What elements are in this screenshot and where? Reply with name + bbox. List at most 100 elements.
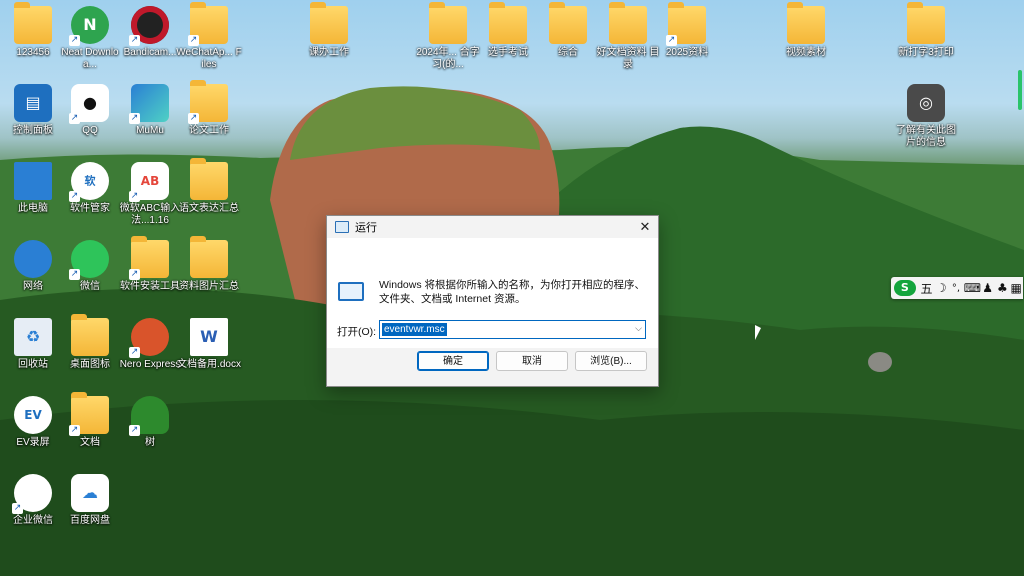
wecom-icon: ↗ <box>12 474 52 514</box>
icon-label: 百度网盘 <box>70 515 110 526</box>
dialog-titlebar[interactable]: 运行 ✕ <box>327 216 658 238</box>
camera-icon: ◎ <box>907 84 945 122</box>
desktop-icon-mumu[interactable]: ↗ MuMu <box>117 84 183 137</box>
folder-icon <box>190 158 228 200</box>
network-icon <box>14 240 52 278</box>
folder-icon: ↗ <box>188 2 228 46</box>
desktop-icon-folder[interactable]: 语文表达汇总 <box>176 158 242 215</box>
folder-icon <box>429 2 467 44</box>
keyboard-icon[interactable]: ⌨ <box>964 281 981 295</box>
folder-icon <box>71 314 109 356</box>
icon-label: 桌面图标 <box>70 359 110 370</box>
icon-label: 微信 <box>80 281 100 292</box>
command-input-value[interactable]: eventvwr.msc <box>382 323 447 336</box>
desktop-icon-folder[interactable]: ↗ 文档 <box>57 392 123 449</box>
icon-label: 资料图片汇总 <box>179 281 239 292</box>
icon-label: 论文工作 <box>189 125 229 136</box>
desktop-icon-neat-download[interactable]: N ↗ Neat Downloa... <box>57 6 123 71</box>
desktop-icon-folder[interactable]: 桌面图标 <box>57 314 123 371</box>
icon-label: 语文表达汇总 <box>179 203 239 214</box>
folder-icon <box>310 2 348 44</box>
chevron-down-icon[interactable]: ⌵ <box>635 323 642 334</box>
command-input[interactable]: eventvwr.msc ⌵ <box>379 320 646 339</box>
icon-label: 选手考试 <box>488 47 528 58</box>
ime-mode-toggle[interactable]: 五 <box>919 280 935 297</box>
punctuation-icon[interactable]: °, <box>948 283 964 294</box>
icon-label: 了解有关此图片的信息 <box>896 125 956 148</box>
open-label: 打开(O): <box>337 326 377 338</box>
user-icon[interactable]: ♟ <box>980 281 996 295</box>
desktop-icon-folder[interactable]: ↗ 2025资料 <box>654 2 720 59</box>
folder-icon: ↗ <box>188 80 228 124</box>
run-app-icon <box>335 221 349 233</box>
icon-label: MuMu <box>136 125 164 136</box>
n-app-icon: N ↗ <box>69 6 109 46</box>
recycle-bin-icon: ♻ <box>14 318 52 356</box>
desktop-icon-folder[interactable]: 2024年... 合字习(的... <box>415 2 481 71</box>
icon-label: QQ <box>82 125 98 136</box>
record-icon: ↗ <box>129 6 169 46</box>
desktop-icon-qq[interactable]: ● ↗ QQ <box>57 84 123 137</box>
desktop-icon-folder[interactable]: 新打字3打印 <box>893 2 959 59</box>
icon-label: 2024年... 合字习(的... <box>416 47 480 70</box>
dialog-body: Windows 将根据你所输入的名称，为你打开相应的程序、文件夹、文档或 Int… <box>327 238 658 348</box>
nero-icon: ↗ <box>129 318 169 358</box>
desktop-icon-folder[interactable]: 综合 <box>535 2 601 59</box>
ev-icon: EV <box>14 396 52 434</box>
moon-icon[interactable]: ☽ <box>934 281 948 295</box>
ok-button[interactable]: 确定 <box>417 351 489 371</box>
desktop-icon-folder[interactable]: 资料图片汇总 <box>176 236 242 293</box>
folder-icon <box>489 2 527 44</box>
icon-label: Bandicam... <box>123 47 177 58</box>
icon-label: 综合 <box>558 47 578 58</box>
desktop-icon-bandicam[interactable]: ↗ Bandicam... <box>117 6 183 59</box>
browse-button[interactable]: 浏览(B)... <box>575 351 647 371</box>
grid-menu-icon[interactable]: ▦ <box>1009 281 1023 295</box>
skin-icon[interactable]: ♣ <box>996 281 1010 295</box>
mouse-pointer-icon <box>755 325 761 340</box>
wechat-icon: ↗ <box>69 240 109 280</box>
icon-label: 课办工作 <box>309 47 349 58</box>
cancel-button[interactable]: 取消 <box>496 351 568 371</box>
mumu-icon: ↗ <box>129 84 169 124</box>
run-dialog: 运行 ✕ Windows 将根据你所输入的名称，为你打开相应的程序、文件夹、文档… <box>326 215 659 387</box>
icon-label: 软件管家 <box>70 203 110 214</box>
icon-label: 新打字3打印 <box>898 47 954 58</box>
run-icon <box>338 282 364 301</box>
desktop-icon-wechat[interactable]: ↗ 微信 <box>57 240 123 293</box>
desktop-icon-wechat-files[interactable]: ↗ WeChatAp... Files <box>176 2 242 71</box>
icon-label: 微软ABC输入法...1.16 <box>119 203 181 226</box>
desktop-icon-folder[interactable]: 视频素材 <box>773 2 839 59</box>
desktop-icon-baidu-netdisk[interactable]: ☁ 百度网盘 <box>57 474 123 527</box>
icon-label: 2025资料 <box>665 47 709 58</box>
abc-icon: AB ↗ <box>129 162 169 202</box>
icon-label: 好文档资料 目录 <box>596 47 660 70</box>
desktop-icon-folder[interactable]: 课办工作 <box>296 2 362 59</box>
desktop-icon-software-manager[interactable]: 软 ↗ 软件管家 <box>57 162 123 215</box>
folder-icon <box>549 2 587 44</box>
desktop-icon-tree[interactable]: ↗ 树 <box>117 396 183 449</box>
icon-label: 软件安装工具 <box>120 281 180 292</box>
folder-icon <box>907 2 945 44</box>
desktop-icon-folder[interactable]: ↗ 论文工作 <box>176 80 242 137</box>
desktop-icon-folder[interactable]: ↗ 软件安装工具 <box>117 236 183 293</box>
word-icon: W <box>190 318 228 356</box>
desktop-icon-nero[interactable]: ↗ Nero Express <box>117 318 183 371</box>
control-panel-icon: ▤ <box>14 84 52 122</box>
desktop-icon-abc-ime[interactable]: AB ↗ 微软ABC输入法...1.16 <box>117 162 183 227</box>
icon-label: Nero Express <box>119 359 181 370</box>
desktop-icon-folder[interactable]: 选手考试 <box>475 2 541 59</box>
icon-label: 视频素材 <box>786 47 826 58</box>
sogou-logo-icon[interactable]: S <box>894 280 916 296</box>
software-manager-icon: 软 ↗ <box>69 162 109 202</box>
folder-icon: ↗ <box>666 2 706 46</box>
desktop-icon-folder[interactable]: 好文档资料 目录 <box>595 2 661 71</box>
desktop-icon-word-doc[interactable]: W 文档备用.docx <box>176 318 242 371</box>
dialog-description: Windows 将根据你所输入的名称，为你打开相应的程序、文件夹、文档或 Int… <box>379 279 646 305</box>
desktop-icon-image-info[interactable]: ◎ 了解有关此图片的信息 <box>893 84 959 149</box>
tree-icon: ↗ <box>129 396 169 436</box>
qq-icon: ● ↗ <box>69 84 109 124</box>
folder-icon <box>609 2 647 44</box>
dialog-title: 运行 <box>355 222 377 234</box>
close-icon[interactable]: ✕ <box>632 219 658 235</box>
